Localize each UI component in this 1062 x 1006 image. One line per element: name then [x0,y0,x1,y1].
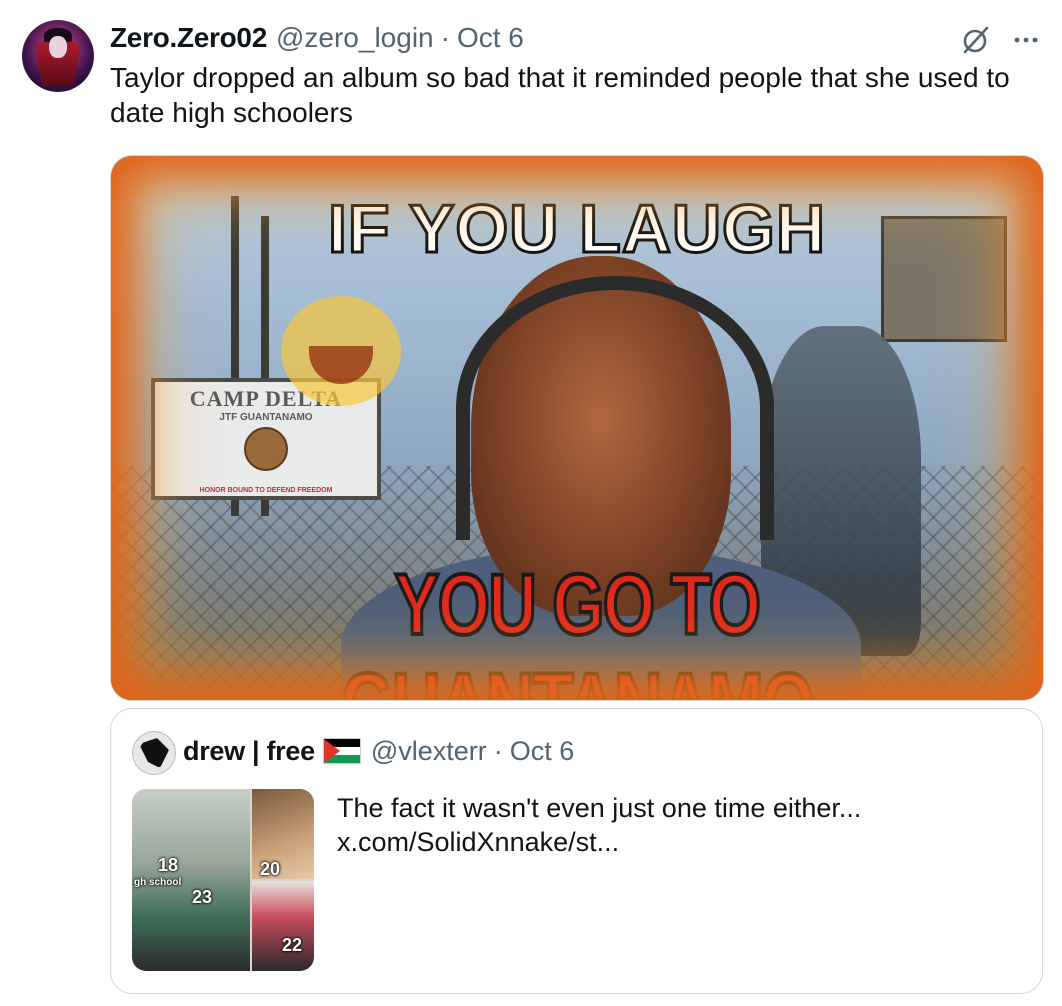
tweet-date[interactable]: Oct 6 [457,22,524,54]
quote-thumbnail[interactable]: 18 gh school 23 20 22 [132,789,314,971]
tweet-text: Taylor dropped an album so bad that it r… [110,62,1010,128]
thumb-label-20: 20 [260,859,281,879]
thumb-label-school: gh school [134,877,182,888]
tweet-media-image[interactable]: CAMP DELTA JTF GUANTANAMO HONOR BOUND TO… [110,155,1044,701]
quote-link[interactable]: x.com/SolidXnnake/st... [337,825,937,859]
quote-author-avatar[interactable] [132,731,176,775]
thumb-label-22: 22 [282,935,303,955]
author-avatar[interactable] [22,20,94,92]
avatar-mark [139,738,169,768]
grok-slash-icon[interactable] [960,24,992,56]
quote-author-name[interactable]: drew | free [183,736,315,767]
meme-top-caption: IF YOU LAUGH [326,190,827,269]
quoted-tweet[interactable]: drew | free @vlexterr · Oct 6 18 gh scho… [110,708,1043,994]
palestine-flag-icon [322,738,361,764]
laughing-emoji-icon [281,296,401,406]
quote-author-handle[interactable]: @vlexterr [371,736,487,767]
sign-line3: HONOR BOUND TO DEFEND FREEDOM [199,487,333,494]
avatar-face [49,36,67,58]
author-name[interactable]: Zero.Zero02 [110,22,267,54]
quote-text: The fact it wasn't even just one time ei… [337,791,937,859]
quote-date[interactable]: Oct 6 [510,736,575,767]
sign-line2: JTF GUANTANAMO [219,412,313,423]
headphones-icon [456,276,774,540]
more-horizontal-icon[interactable] [1010,24,1042,56]
thumb-photo-bottom-right [252,881,314,971]
sign-emblem-icon [244,427,288,471]
header-separator: · [440,22,450,53]
emoji-mouth [309,346,373,384]
meme-bottom-caption: YOU GO TO GUANTANAMO [340,555,816,700]
thumb-label-23: 23 [192,887,213,907]
thumb-label-18: 18 [158,855,179,875]
tweet-header: Zero.Zero02 @zero_login · Oct 6 [110,20,524,56]
quote-separator: · [493,735,503,766]
quote-text-line1: The fact it wasn't even just one time ei… [337,793,862,823]
author-handle[interactable]: @zero_login [276,22,434,54]
quote-header: drew | free @vlexterr · Oct 6 [183,733,574,769]
